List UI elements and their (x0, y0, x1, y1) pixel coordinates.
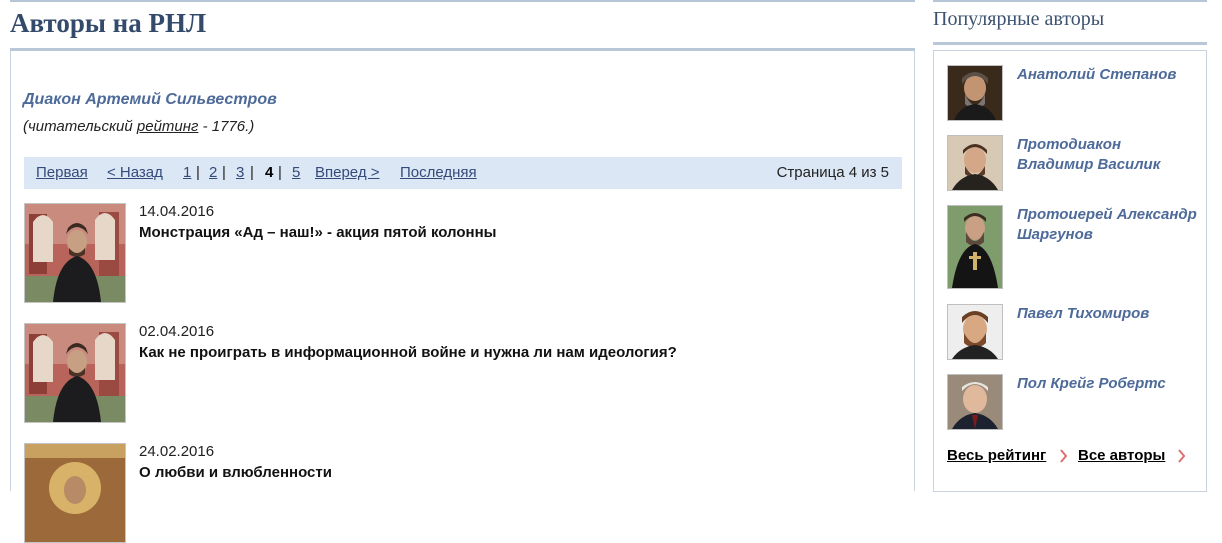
article-date: 02.04.2016 (139, 323, 215, 340)
popular-author-name[interactable]: Протоиерей Александр Шаргунов (1017, 205, 1197, 245)
popular-author-photo[interactable] (947, 205, 1003, 289)
popular-author-name[interactable]: Павел Тихомиров (1017, 304, 1197, 324)
pagination-bar: Первая < Назад 1 | 2 | 3 | 4 | 5 Вперед … (24, 157, 902, 189)
popular-author-name[interactable]: Протодиакон Владимир Василик (1017, 135, 1197, 175)
article-title-link[interactable]: О любви и влюбленности (139, 464, 332, 481)
author-photo-icon (948, 136, 1002, 190)
author-photo-icon (25, 204, 125, 302)
pager-separator: | (222, 164, 226, 181)
rating-link[interactable]: рейтинг (137, 118, 199, 135)
popular-author-photo[interactable] (947, 135, 1003, 191)
popular-author-photo[interactable] (947, 65, 1003, 121)
rating-prefix: (читательский (23, 118, 137, 135)
pager-page-3[interactable]: 3 (236, 164, 244, 181)
popular-author-photo[interactable] (947, 374, 1003, 430)
page-title: Авторы на РНЛ (10, 8, 207, 38)
sidebar-title: Популярные авторы (933, 8, 1105, 30)
top-divider (10, 0, 915, 2)
rating-value: - 1776.) (198, 118, 255, 135)
popular-author-photo[interactable] (947, 304, 1003, 360)
pager-first-link[interactable]: Первая (36, 164, 88, 181)
pager-page-1[interactable]: 1 (183, 164, 191, 181)
author-photo-icon (25, 444, 125, 542)
popular-author-name[interactable]: Анатолий Степанов (1017, 65, 1197, 85)
pager-separator: | (250, 164, 254, 181)
pager-page-5[interactable]: 5 (292, 164, 300, 181)
author-rating: (читательский рейтинг - 1776.) (23, 118, 254, 135)
article-thumbnail[interactable] (24, 203, 126, 303)
popular-author-item: Пол Крейг Робертс (947, 374, 1197, 436)
article-item: 14.04.2016 Монстрация «Ад – наш!» - акци… (24, 203, 884, 303)
author-photo-icon (948, 305, 1002, 359)
chevron-right-icon (1178, 449, 1186, 463)
author-name-link[interactable]: Диакон Артемий Сильвестров (23, 91, 277, 109)
pager-last-link[interactable]: Последняя (400, 164, 477, 181)
pager-next-link[interactable]: Вперед > (315, 164, 380, 181)
author-photo-icon (948, 66, 1002, 120)
popular-author-item: Анатолий Степанов (947, 65, 1197, 127)
author-photo-icon (948, 375, 1002, 429)
sidebar-top-divider (933, 0, 1207, 2)
author-photo-icon (25, 324, 125, 422)
article-date: 24.02.2016 (139, 443, 215, 460)
pager-separator: | (196, 164, 200, 181)
article-thumbnail[interactable] (24, 323, 126, 423)
pager-page-info: Страница 4 из 5 (776, 164, 889, 181)
pager-separator: | (278, 164, 282, 181)
article-item: 24.02.2016 О любви и влюбленности (24, 443, 884, 543)
all-authors-link[interactable]: Все авторы (1078, 447, 1165, 464)
popular-author-name[interactable]: Пол Крейг Робертс (1017, 374, 1197, 394)
popular-author-item: Павел Тихомиров (947, 304, 1197, 366)
popular-author-item: Протодиакон Владимир Василик (947, 135, 1197, 197)
pager-prev-link[interactable]: < Назад (107, 164, 163, 181)
author-photo-icon (948, 206, 1002, 288)
popular-author-item: Протоиерей Александр Шаргунов (947, 205, 1197, 289)
all-rating-link[interactable]: Весь рейтинг (947, 447, 1046, 464)
article-date: 14.04.2016 (139, 203, 215, 220)
pager-page-2[interactable]: 2 (209, 164, 217, 181)
pager-current-page: 4 (265, 164, 274, 181)
article-title-link[interactable]: Как не проиграть в информационной войне … (139, 344, 677, 361)
article-item: 02.04.2016 Как не проиграть в информацио… (24, 323, 884, 423)
article-title-link[interactable]: Монстрация «Ад – наш!» - акция пятой кол… (139, 224, 496, 241)
chevron-right-icon (1060, 449, 1068, 463)
article-thumbnail[interactable] (24, 443, 126, 543)
sidebar-title-divider (933, 42, 1207, 45)
